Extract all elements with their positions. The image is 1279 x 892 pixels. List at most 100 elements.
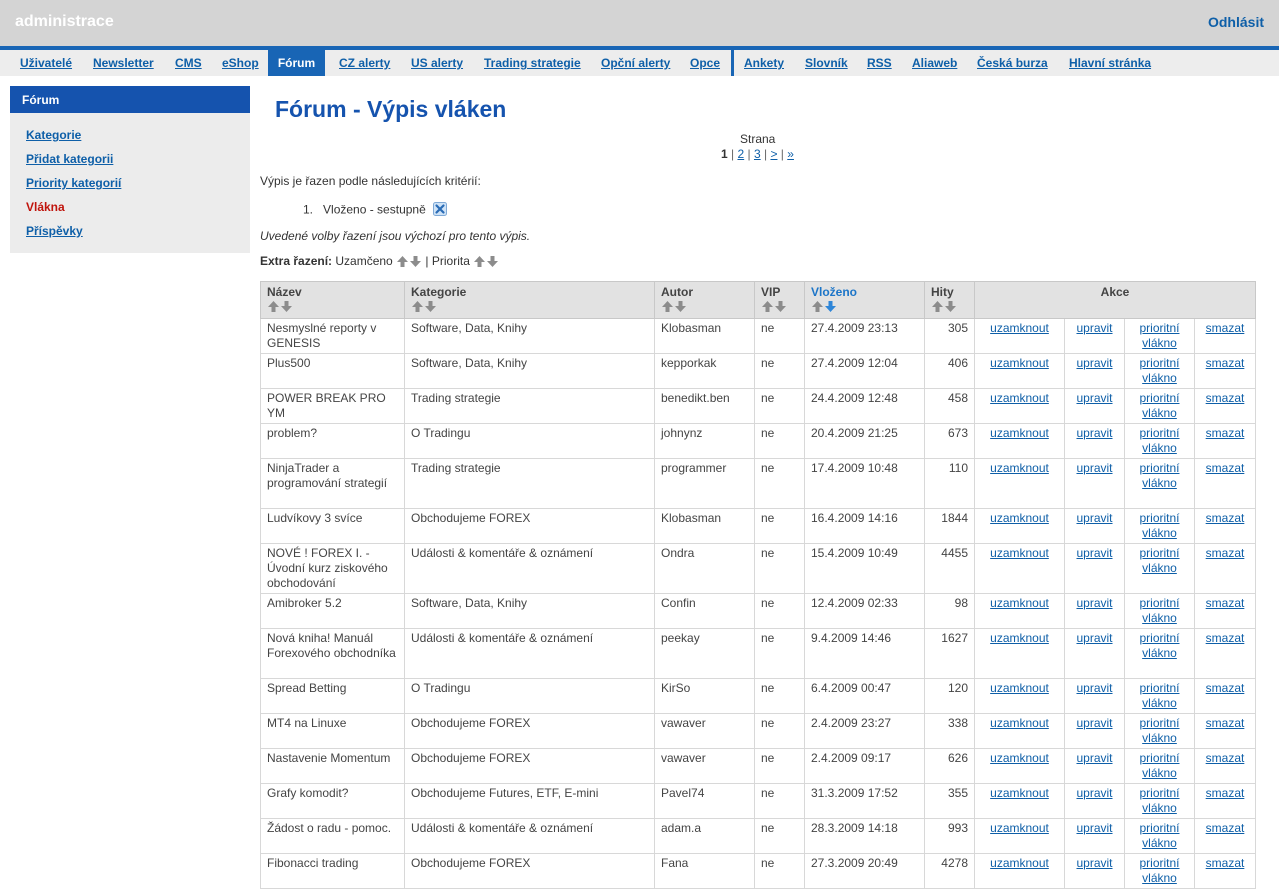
priority-thread-link[interactable]: prioritní vlákno [1139,856,1179,885]
column-header-label[interactable]: Vloženo [811,285,918,299]
nav-newsletter[interactable]: Newsletter [93,50,154,76]
nav-rss[interactable]: RSS [867,50,892,76]
column-header-label[interactable]: Hity [931,285,968,299]
lock-thread-link[interactable]: uzamknout [990,356,1049,370]
edit-thread-link[interactable]: upravit [1076,716,1112,730]
sidebar-item-pridat-kategorii[interactable]: Přidat kategorii [26,152,113,166]
delete-thread-link[interactable]: smazat [1206,356,1245,370]
edit-thread-link[interactable]: upravit [1076,786,1112,800]
edit-thread-link[interactable]: upravit [1076,751,1112,765]
sort-asc-icon[interactable] [661,300,674,313]
nav-opcni-alerty[interactable]: Opční alerty [601,50,670,76]
nav-us-alerty[interactable]: US alerty [411,50,463,76]
sort-asc-icon[interactable] [411,300,424,313]
lock-thread-link[interactable]: uzamknout [990,631,1049,645]
priority-thread-link[interactable]: prioritní vlákno [1139,511,1179,540]
delete-thread-link[interactable]: smazat [1206,426,1245,440]
sort-desc-icon[interactable] [774,300,787,313]
arrow-down-icon[interactable] [409,255,422,268]
priority-thread-link[interactable]: prioritní vlákno [1139,356,1179,385]
edit-thread-link[interactable]: upravit [1076,631,1112,645]
column-header-hity[interactable]: Hity [924,281,975,319]
delete-thread-link[interactable]: smazat [1206,786,1245,800]
sidebar-item-priority-kategorii[interactable]: Priority kategorií [26,176,121,190]
priority-thread-link[interactable]: prioritní vlákno [1139,786,1179,815]
edit-thread-link[interactable]: upravit [1076,596,1112,610]
edit-thread-link[interactable]: upravit [1076,681,1112,695]
priority-thread-link[interactable]: prioritní vlákno [1139,751,1179,780]
sort-desc-icon[interactable] [824,300,837,313]
edit-thread-link[interactable]: upravit [1076,321,1112,335]
lock-thread-link[interactable]: uzamknout [990,511,1049,525]
nav-uzivatele[interactable]: Uživatelé [20,50,72,76]
column-header-autor[interactable]: Autor [654,281,755,319]
priority-thread-link[interactable]: prioritní vlákno [1139,461,1179,490]
lock-thread-link[interactable]: uzamknout [990,391,1049,405]
sort-desc-icon[interactable] [280,300,293,313]
arrow-down-icon[interactable] [486,255,499,268]
nav-aliaweb[interactable]: Aliaweb [912,50,957,76]
logout-link[interactable]: Odhlásit [1208,14,1264,30]
lock-thread-link[interactable]: uzamknout [990,681,1049,695]
lock-thread-link[interactable]: uzamknout [990,461,1049,475]
sidebar-item-vlakna[interactable]: Vlákna [26,200,65,214]
nav-forum[interactable]: Fórum [268,50,325,76]
sort-desc-icon[interactable] [944,300,957,313]
arrow-up-icon[interactable] [473,255,486,268]
lock-thread-link[interactable]: uzamknout [990,821,1049,835]
lock-thread-link[interactable]: uzamknout [990,856,1049,870]
delete-thread-link[interactable]: smazat [1206,546,1245,560]
priority-thread-link[interactable]: prioritní vlákno [1139,391,1179,420]
column-header-label[interactable]: VIP [761,285,798,299]
lock-thread-link[interactable]: uzamknout [990,751,1049,765]
nav-ankety[interactable]: Ankety [744,50,784,76]
sort-asc-icon[interactable] [811,300,824,313]
edit-thread-link[interactable]: upravit [1076,461,1112,475]
delete-thread-link[interactable]: smazat [1206,856,1245,870]
lock-thread-link[interactable]: uzamknout [990,716,1049,730]
column-header-label[interactable]: Autor [661,285,748,299]
lock-thread-link[interactable]: uzamknout [990,321,1049,335]
sort-desc-icon[interactable] [674,300,687,313]
nav-cz-alerty[interactable]: CZ alerty [339,50,390,76]
delete-thread-link[interactable]: smazat [1206,631,1245,645]
arrow-up-icon[interactable] [396,255,409,268]
delete-thread-link[interactable]: smazat [1206,511,1245,525]
column-header-label[interactable]: Kategorie [411,285,648,299]
sort-asc-icon[interactable] [267,300,280,313]
delete-thread-link[interactable]: smazat [1206,461,1245,475]
remove-sort-icon[interactable] [433,202,448,219]
delete-thread-link[interactable]: smazat [1206,596,1245,610]
priority-thread-link[interactable]: prioritní vlákno [1139,596,1179,625]
edit-thread-link[interactable]: upravit [1076,546,1112,560]
priority-thread-link[interactable]: prioritní vlákno [1139,631,1179,660]
edit-thread-link[interactable]: upravit [1076,511,1112,525]
edit-thread-link[interactable]: upravit [1076,356,1112,370]
lock-thread-link[interactable]: uzamknout [990,596,1049,610]
sort-asc-icon[interactable] [761,300,774,313]
edit-thread-link[interactable]: upravit [1076,856,1112,870]
priority-thread-link[interactable]: prioritní vlákno [1139,821,1179,850]
edit-thread-link[interactable]: upravit [1076,391,1112,405]
nav-hlavni-stranka[interactable]: Hlavní stránka [1069,50,1151,76]
nav-opce[interactable]: Opce [690,50,720,76]
lock-thread-link[interactable]: uzamknout [990,546,1049,560]
priority-thread-link[interactable]: prioritní vlákno [1139,426,1179,455]
priority-thread-link[interactable]: prioritní vlákno [1139,716,1179,745]
sort-desc-icon[interactable] [424,300,437,313]
nav-trading-strategie[interactable]: Trading strategie [484,50,581,76]
nav-slovnik[interactable]: Slovník [805,50,848,76]
priority-thread-link[interactable]: prioritní vlákno [1139,321,1179,350]
priority-thread-link[interactable]: prioritní vlákno [1139,546,1179,575]
delete-thread-link[interactable]: smazat [1206,321,1245,335]
lock-thread-link[interactable]: uzamknout [990,786,1049,800]
nav-eshop[interactable]: eShop [222,50,259,76]
delete-thread-link[interactable]: smazat [1206,681,1245,695]
lock-thread-link[interactable]: uzamknout [990,426,1049,440]
delete-thread-link[interactable]: smazat [1206,391,1245,405]
priority-thread-link[interactable]: prioritní vlákno [1139,681,1179,710]
column-header-label[interactable]: Název [267,285,398,299]
pager-page-3[interactable]: 3 [754,147,761,161]
delete-thread-link[interactable]: smazat [1206,821,1245,835]
delete-thread-link[interactable]: smazat [1206,751,1245,765]
